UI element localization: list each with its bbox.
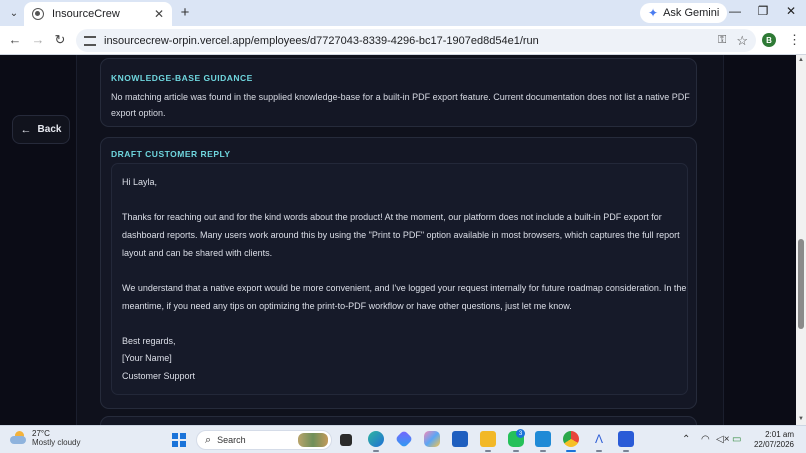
reply-line: We understand that a native export would…	[122, 283, 687, 293]
back-button[interactable]: ← Back	[12, 115, 70, 144]
forward-arrow-icon[interactable]: →	[30, 32, 46, 47]
windows-logo-icon[interactable]	[172, 433, 186, 447]
kb-guidance-text: No matching article was found in the sup…	[111, 92, 690, 118]
back-arrow-icon[interactable]: ←	[7, 32, 23, 47]
draft-section-label: DRAFT CUSTOMER REPLY	[111, 149, 231, 159]
chevron-up-icon[interactable]: ⌃	[682, 434, 690, 445]
close-tab-icon[interactable]: ✕	[154, 7, 164, 21]
reply-greeting: Hi Layla,	[122, 177, 158, 187]
weather-widget[interactable]: 27°C Mostly cloudy	[8, 429, 80, 447]
wifi-icon[interactable]: ◠	[701, 434, 710, 445]
restore-icon[interactable]: ❐	[754, 4, 772, 18]
weather-temperature: 27°C	[32, 429, 50, 438]
battery-charging-icon[interactable]: ▭	[732, 434, 741, 445]
browser-toolbar: ← → ↻ insourcecrew-orpin.vercel.app/empl…	[0, 26, 806, 55]
reply-line: layout and can be shared with clients.	[122, 248, 273, 258]
site-info-icon[interactable]	[84, 35, 96, 46]
tab-title: InsourceCrew	[52, 8, 120, 20]
browser-menu-icon[interactable]: ⋮	[788, 32, 801, 48]
partly-cloudy-icon	[8, 431, 28, 445]
ask-gemini-label: Ask Gemini	[663, 7, 720, 19]
next-card	[100, 416, 697, 425]
volume-muted-icon[interactable]: ◁×	[716, 434, 730, 445]
scroll-up-icon[interactable]: ▲	[796, 57, 806, 63]
back-label: Back	[37, 124, 62, 135]
tab-search-chevron-icon[interactable]: ⌄	[4, 3, 24, 23]
scroll-down-icon[interactable]: ▼	[796, 416, 806, 422]
search-highlight-image	[298, 433, 328, 447]
copilot-icon[interactable]	[424, 431, 440, 447]
reply-line: Thanks for reaching out and for the kind…	[122, 212, 662, 222]
bookmark-star-icon[interactable]: ☆	[736, 33, 748, 49]
reply-signoff: Best regards,	[122, 336, 176, 346]
search-label: Search	[217, 435, 246, 445]
clock-date: 22/07/2026	[753, 440, 794, 449]
draft-reply-card: DRAFT CUSTOMER REPLY Hi Layla, Thanks fo…	[100, 137, 697, 409]
knowledge-base-card: KNOWLEDGE-BASE GUIDANCE No matching arti…	[100, 58, 697, 127]
reply-line: meantime, if you need any tips on optimi…	[122, 301, 572, 311]
minimize-icon[interactable]: —	[726, 4, 744, 18]
browser-tab[interactable]: InsourceCrew ✕	[24, 2, 172, 26]
page-viewport: ← Back KNOWLEDGE-BASE GUIDANCE No matchi…	[0, 55, 806, 425]
browser-tab-bar: ⌄ InsourceCrew ✕ + ✦ Ask Gemini — ❐ ✕	[0, 0, 806, 26]
store-icon[interactable]	[452, 431, 468, 447]
gemini-sparkle-icon: ✦	[648, 6, 659, 20]
windows-taskbar: 27°C Mostly cloudy ⌕ Search 3 Λ ⌃ ◠ ◁× ▭…	[0, 425, 806, 453]
task-view-icon[interactable]	[340, 434, 352, 446]
file-explorer-icon[interactable]	[480, 431, 496, 447]
weather-condition: Mostly cloudy	[32, 438, 81, 447]
edge-icon[interactable]	[368, 431, 384, 447]
reply-signature-name: [Your Name]	[122, 353, 172, 363]
reply-signature-team: Customer Support	[122, 371, 196, 381]
chrome-icon[interactable]	[563, 431, 579, 447]
draft-reply-textbox[interactable]: Hi Layla, Thanks for reaching out and fo…	[111, 163, 688, 395]
url-text[interactable]: insourcecrew-orpin.vercel.app/employees/…	[104, 35, 718, 47]
copilot-app-icon[interactable]	[394, 429, 414, 449]
whatsapp-badge: 3	[516, 429, 525, 438]
vscode-icon[interactable]	[535, 431, 551, 447]
reply-line: dashboard reports. Many users work aroun…	[122, 230, 680, 240]
password-key-icon[interactable]: ⚿	[718, 34, 726, 47]
close-window-icon[interactable]: ✕	[782, 4, 800, 18]
reload-icon[interactable]: ↻	[52, 32, 68, 48]
app-a-icon[interactable]: Λ	[591, 431, 607, 447]
search-icon: ⌕	[205, 433, 212, 446]
arrow-left-icon: ←	[20, 123, 32, 136]
profile-avatar[interactable]: B	[762, 33, 776, 47]
kb-section-label: KNOWLEDGE-BASE GUIDANCE	[111, 73, 253, 83]
taskbar-search[interactable]: ⌕ Search	[196, 430, 332, 450]
new-tab-button[interactable]: +	[176, 4, 194, 21]
address-bar[interactable]: insourcecrew-orpin.vercel.app/employees/…	[76, 29, 756, 52]
system-clock[interactable]: 2:01 am 22/07/2026	[750, 430, 794, 450]
globe-icon	[32, 8, 44, 20]
clock-time: 2:01 am	[765, 430, 794, 439]
scroll-thumb[interactable]	[798, 239, 804, 329]
ask-gemini-button[interactable]: ✦ Ask Gemini	[640, 3, 728, 23]
word-icon[interactable]	[618, 431, 634, 447]
page-scrollbar[interactable]: ▲ ▼	[796, 55, 806, 425]
